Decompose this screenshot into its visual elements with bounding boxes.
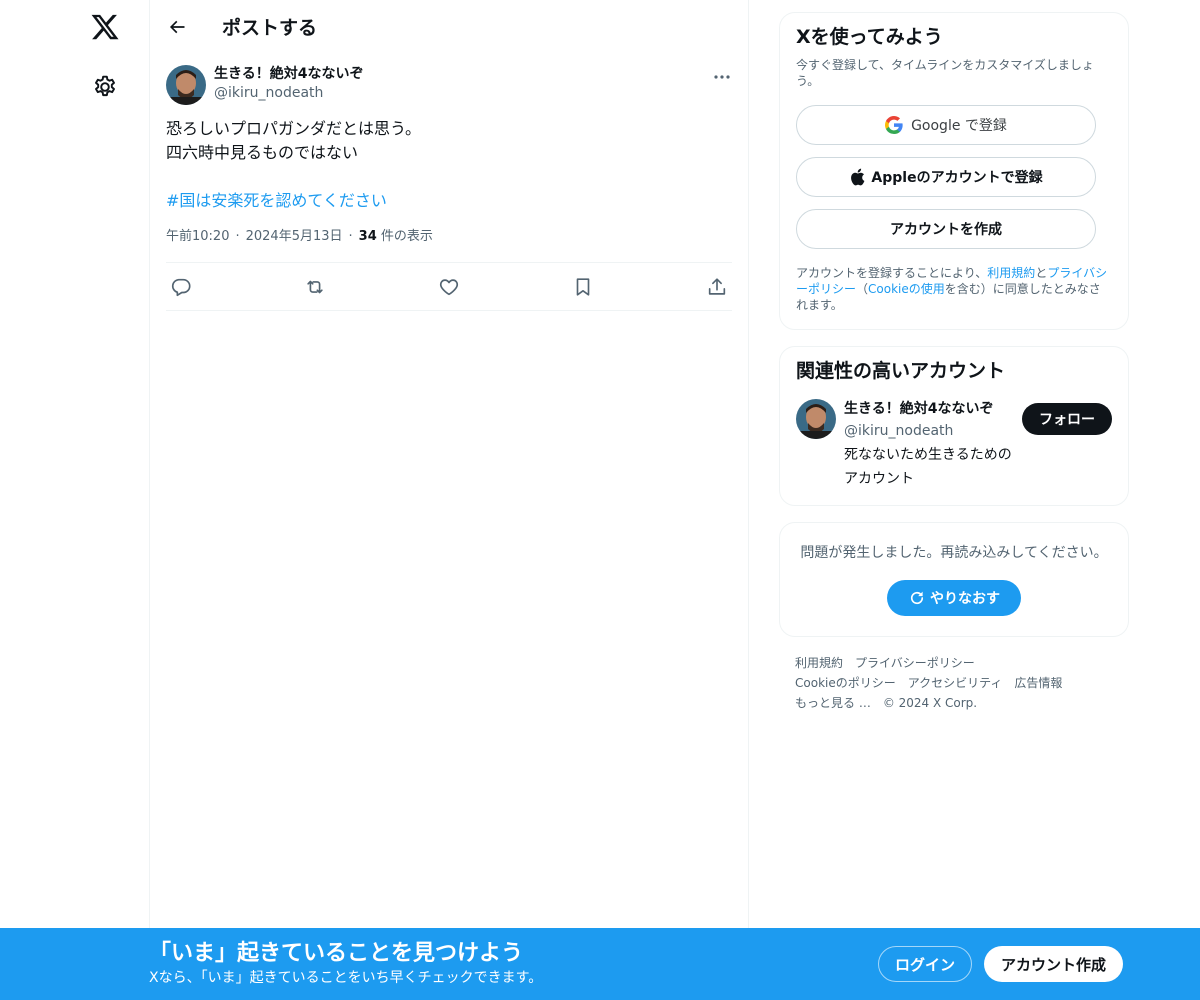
follow-button[interactable]: フォロー (1022, 403, 1112, 435)
apple-signup-button[interactable]: Appleのアカウントで登録 (796, 157, 1096, 197)
bottom-signup-bar: 「いま」起きていることを見つけよう Xなら、「いま」起きていることをいち早くチェ… (0, 928, 1200, 1000)
views-label: 件の表示 (380, 229, 433, 244)
refresh-icon (910, 591, 924, 605)
author-name[interactable]: 生きる！絶対4なないぞ (214, 65, 712, 83)
post-date[interactable]: 2024年5月13日 (246, 229, 343, 244)
signup-card: Xを使ってみよう 今すぐ登録して、タイムラインをカスタマイズしましょう。 Goo… (779, 12, 1129, 330)
meta-separator: · (348, 229, 353, 244)
arrow-left-icon[interactable] (166, 16, 188, 38)
copyright: © 2024 X Corp. (882, 696, 978, 710)
page-title: ポストする (222, 17, 318, 39)
post-meta: 午前10:20 · 2024年5月13日 · 34 件の表示 (166, 227, 732, 247)
bottom-bar-title: 「いま」起きていることを見つけよう (149, 941, 524, 966)
post-text-line: 恐ろしいプロパガンダだとは思う。 (166, 119, 422, 138)
more-options-icon[interactable] (712, 67, 732, 87)
gear-icon[interactable] (92, 74, 118, 100)
post-time[interactable]: 午前10:20 (166, 229, 229, 244)
post-text: 恐ろしいプロパガンダだとは思う。 四六時中見るものではない #国は安楽死を認めて… (166, 117, 732, 213)
google-signup-label: Google で登録 (911, 118, 1007, 134)
google-icon (885, 116, 903, 134)
share-icon[interactable] (706, 276, 728, 298)
post-author-row: 生きる！絶対4なないぞ @ikiru_nodeath (166, 65, 732, 105)
footer-links: 利用規約 プライバシーポリシー Cookieのポリシー アクセシビリティ 広告情報 も… (779, 653, 1129, 713)
left-nav (0, 0, 149, 1000)
retry-button[interactable]: やりなおす (887, 580, 1021, 616)
avatar[interactable] (796, 399, 836, 439)
google-signup-button[interactable]: Google で登録 (796, 105, 1096, 145)
main-column: ポストする 生きる！絶対4なないぞ @ikiru_nodeath 恐ろしいプロパ… (149, 0, 749, 1000)
like-icon[interactable] (438, 276, 460, 298)
signup-legal-text: アカウントを登録することにより、利用規約とプライバシーポリシー（Cookieの使… (796, 265, 1112, 317)
create-account-label: アカウントを作成 (890, 222, 1002, 238)
meta-separator: · (235, 229, 240, 244)
related-account-row[interactable]: 生きる！絶対4なないぞ @ikiru_nodeath 死なないため生きるためのア… (796, 399, 1112, 493)
apple-icon (849, 168, 865, 186)
terms-link[interactable]: 利用規約 (987, 266, 1035, 280)
views-count: 34 (358, 229, 377, 244)
footer-link[interactable]: 利用規約 (795, 653, 843, 673)
related-account-bio: 死なないため生きるためのアカウント (844, 447, 1012, 487)
footer-link[interactable]: アクセシビリティ (908, 673, 1003, 693)
post: 生きる！絶対4なないぞ @ikiru_nodeath 恐ろしいプロパガンダだとは… (150, 53, 748, 311)
reply-icon[interactable] (170, 276, 192, 298)
signup-button[interactable]: アカウント作成 (984, 946, 1123, 982)
footer-link[interactable]: Cookieのポリシー (795, 673, 896, 693)
bookmark-icon[interactable] (572, 276, 594, 298)
legal-and: と (1035, 266, 1048, 280)
right-sidebar: Xを使ってみよう 今すぐ登録して、タイムラインをカスタマイズしましょう。 Goo… (779, 12, 1129, 713)
signup-title: Xを使ってみよう (796, 26, 943, 48)
retry-label: やりなおす (930, 591, 1000, 607)
x-logo-icon[interactable] (90, 12, 120, 42)
bottom-bar-subtitle: Xなら、「いま」起きていることをいち早くチェックできます。 (149, 970, 543, 986)
related-title: 関連性の高いアカウント (796, 360, 1006, 382)
footer-link[interactable]: 広告情報 (1014, 673, 1062, 693)
legal-prefix: アカウントを登録することにより、 (796, 266, 988, 280)
avatar[interactable] (166, 65, 206, 105)
author-info: 生きる！絶対4なないぞ @ikiru_nodeath (214, 65, 712, 103)
error-card: 問題が発生しました。再読み込みしてください。 やりなおす (779, 522, 1129, 637)
related-account-handle: @ikiru_nodeath (844, 423, 954, 439)
signup-description: 今すぐ登録して、タイムラインをカスタマイズしましょう。 (796, 58, 1094, 88)
page-header: ポストする (150, 0, 748, 53)
login-button[interactable]: ログイン (878, 946, 972, 982)
error-message: 問題が発生しました。再読み込みしてください。 (800, 545, 1108, 561)
create-account-button[interactable]: アカウントを作成 (796, 209, 1096, 249)
post-actions (166, 262, 732, 311)
cookie-link[interactable]: Cookieの使用 (868, 282, 945, 296)
author-handle[interactable]: @ikiru_nodeath (214, 83, 712, 103)
repost-icon[interactable] (304, 276, 326, 298)
related-accounts-card: 関連性の高いアカウント 生きる！絶対4なないぞ @ikiru_nodeath 死… (779, 346, 1129, 506)
related-account-name[interactable]: 生きる！絶対4なないぞ (844, 399, 1022, 419)
legal-paren: （ (856, 282, 869, 296)
apple-signup-label: Appleのアカウントで登録 (871, 170, 1043, 186)
related-account-info: 生きる！絶対4なないぞ @ikiru_nodeath 死なないため生きるためのア… (844, 399, 1022, 491)
post-hashtag-link[interactable]: #国は安楽死を認めてください (166, 189, 387, 213)
footer-link[interactable]: プライバシーポリシー (855, 653, 975, 673)
post-text-line: 四六時中見るものではない (166, 143, 359, 162)
footer-link[interactable]: もっと見る … (795, 693, 871, 713)
